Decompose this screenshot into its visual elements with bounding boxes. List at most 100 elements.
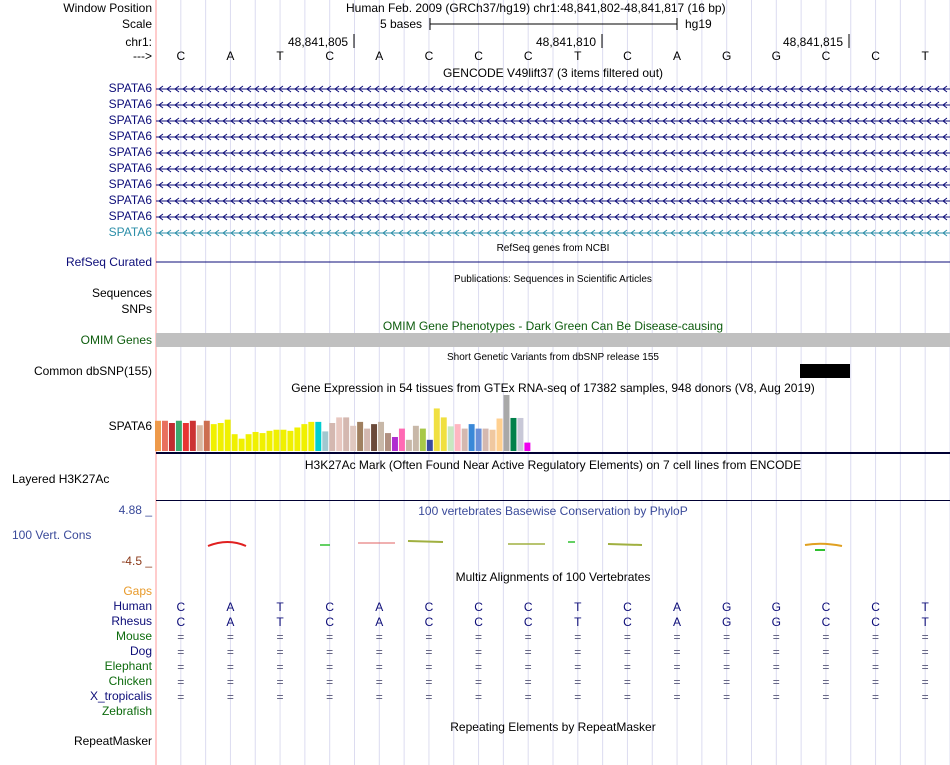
multiz-base: = bbox=[673, 660, 681, 674]
multiz-base: = bbox=[772, 675, 780, 689]
multiz-base: = bbox=[822, 645, 830, 659]
multiz-base: C bbox=[325, 615, 335, 629]
multiz-base: C bbox=[424, 615, 434, 629]
multiz-base: = bbox=[524, 690, 532, 704]
multiz-base: = bbox=[524, 630, 532, 644]
multiz-base: = bbox=[177, 690, 185, 704]
multiz-base: = bbox=[921, 645, 929, 659]
repeatmasker-track-title: Repeating Elements by RepeatMasker bbox=[450, 720, 656, 734]
multiz-base: = bbox=[276, 645, 284, 659]
multiz-base: C bbox=[474, 615, 483, 629]
multiz-base: C bbox=[523, 615, 533, 629]
multiz-base: = bbox=[822, 690, 830, 704]
multiz-species-label[interactable]: Zebrafish bbox=[0, 704, 152, 719]
multiz-base: = bbox=[673, 630, 681, 644]
multiz-base: = bbox=[623, 660, 631, 674]
multiz-base: = bbox=[524, 645, 532, 659]
multiz-base: = bbox=[475, 630, 483, 644]
multiz-species-label[interactable]: Rhesus bbox=[0, 614, 152, 629]
multiz-base: C bbox=[623, 600, 632, 614]
multiz-base: = bbox=[276, 660, 284, 674]
multiz-base: = bbox=[872, 645, 880, 659]
multiz-base: T bbox=[921, 615, 929, 629]
multiz-base: = bbox=[326, 690, 334, 704]
multiz-base: = bbox=[375, 660, 383, 674]
multiz-base: = bbox=[921, 690, 929, 704]
multiz-base: = bbox=[623, 630, 631, 644]
multiz-gaps-label[interactable]: Gaps bbox=[0, 584, 152, 599]
multiz-base: = bbox=[177, 645, 185, 659]
multiz-base: = bbox=[375, 690, 383, 704]
multiz-base: = bbox=[226, 645, 234, 659]
multiz-base: = bbox=[772, 645, 780, 659]
multiz-base: = bbox=[226, 630, 234, 644]
multiz-base: T bbox=[276, 615, 284, 629]
multiz-base: T bbox=[921, 600, 929, 614]
multiz-base: A bbox=[375, 615, 384, 629]
multiz-base: = bbox=[673, 690, 681, 704]
multiz-base: T bbox=[574, 600, 582, 614]
multiz-base: = bbox=[574, 645, 582, 659]
multiz-base: = bbox=[723, 645, 731, 659]
multiz-base: A bbox=[673, 600, 682, 614]
multiz-species-label[interactable]: Human bbox=[0, 599, 152, 614]
multiz-base: T bbox=[276, 600, 284, 614]
repeatmasker-label[interactable]: RepeatMasker bbox=[0, 734, 152, 749]
multiz-species-label[interactable]: Elephant bbox=[0, 659, 152, 674]
multiz-base: = bbox=[375, 645, 383, 659]
multiz-base: = bbox=[425, 630, 433, 644]
multiz-base: G bbox=[771, 600, 781, 614]
multiz-base: = bbox=[723, 675, 731, 689]
multiz-base: = bbox=[475, 675, 483, 689]
multiz-base: C bbox=[821, 600, 831, 614]
multiz-base: = bbox=[673, 645, 681, 659]
multiz-base: = bbox=[326, 675, 334, 689]
genome-browser-image[interactable]: Window Position Human Feb. 2009 (GRCh37/… bbox=[0, 0, 950, 765]
multiz-base: = bbox=[921, 660, 929, 674]
multiz-base: = bbox=[177, 675, 185, 689]
multiz-base: = bbox=[574, 690, 582, 704]
multiz-base: C bbox=[871, 600, 880, 614]
multiz-base: G bbox=[771, 615, 781, 629]
multiz-species-label[interactable]: Chicken bbox=[0, 674, 152, 689]
multiz-base: C bbox=[176, 615, 186, 629]
multiz-base: = bbox=[921, 630, 929, 644]
multiz-base: = bbox=[226, 660, 234, 674]
multiz-base: = bbox=[276, 630, 284, 644]
multiz-base: = bbox=[425, 675, 433, 689]
multiz-base: = bbox=[177, 630, 185, 644]
multiz-base: = bbox=[872, 660, 880, 674]
multiz-base: C bbox=[523, 600, 533, 614]
multiz-base: = bbox=[574, 660, 582, 674]
multiz-base: = bbox=[623, 675, 631, 689]
multiz-species-label[interactable]: Mouse bbox=[0, 629, 152, 644]
multiz-base: = bbox=[723, 660, 731, 674]
multiz-base: = bbox=[673, 675, 681, 689]
multiz-base: C bbox=[871, 615, 880, 629]
multiz-base: = bbox=[524, 660, 532, 674]
phylop-signal bbox=[207, 540, 843, 551]
multiz-base: = bbox=[326, 645, 334, 659]
multiz-base: C bbox=[424, 600, 434, 614]
multiz-base: = bbox=[425, 660, 433, 674]
multiz-base: = bbox=[574, 675, 582, 689]
multiz-base: = bbox=[772, 630, 780, 644]
multiz-base: G bbox=[722, 600, 732, 614]
multiz-base: = bbox=[276, 675, 284, 689]
multiz-base: C bbox=[821, 615, 831, 629]
multiz-base: = bbox=[375, 630, 383, 644]
multiz-species-label[interactable]: Dog bbox=[0, 644, 152, 659]
multiz-species-label[interactable]: X_tropicalis bbox=[0, 689, 152, 704]
multiz-base: = bbox=[723, 690, 731, 704]
multiz-base: = bbox=[772, 690, 780, 704]
multiz-base: = bbox=[623, 690, 631, 704]
multiz-base: = bbox=[574, 630, 582, 644]
multiz-base: T bbox=[574, 615, 582, 629]
multiz-base: = bbox=[475, 645, 483, 659]
multiz-base: = bbox=[226, 675, 234, 689]
multiz-base: = bbox=[623, 645, 631, 659]
multiz-base: = bbox=[822, 660, 830, 674]
multiz-base: C bbox=[176, 600, 186, 614]
multiz-base: = bbox=[822, 675, 830, 689]
multiz-base: A bbox=[226, 615, 235, 629]
